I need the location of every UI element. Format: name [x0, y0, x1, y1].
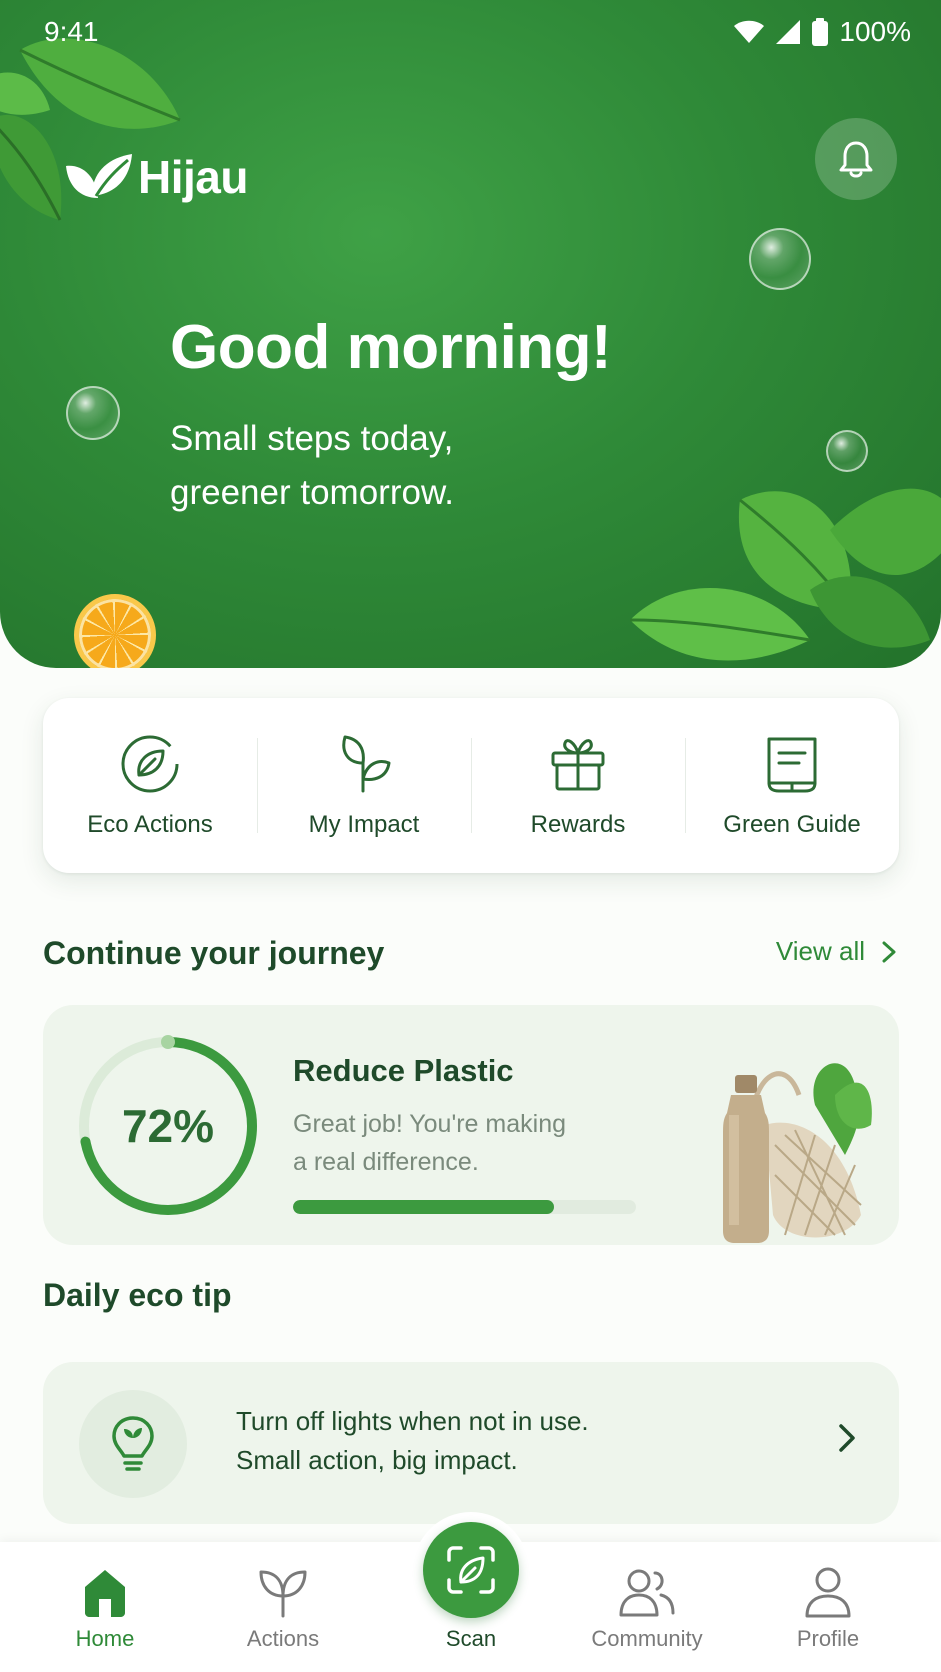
- scan-label: Scan: [445, 1626, 497, 1651]
- quick-action-green-guide[interactable]: Green Guide: [685, 698, 899, 873]
- water-bubble-decoration: [826, 430, 868, 472]
- quick-action-label: My Impact: [308, 810, 420, 838]
- journey-desc-line-2: a real difference.: [293, 1148, 479, 1176]
- status-time: 9:41: [44, 16, 99, 47]
- progress-percent: 72%: [121, 1100, 215, 1152]
- journey-section-title: Continue your journey: [43, 935, 385, 971]
- hero-banner: 9:41 100% Hijau Good morning! Small step…: [0, 0, 941, 668]
- chevron-right-icon[interactable]: [837, 1422, 857, 1454]
- view-all-link[interactable]: View all: [776, 936, 897, 967]
- notifications-button[interactable]: [815, 118, 897, 200]
- leaf-circle-icon: [121, 735, 179, 792]
- quick-actions-card: Eco Actions My Impact Rewards Green Guid…: [43, 698, 899, 873]
- quick-action-label: Rewards: [530, 810, 626, 838]
- nav-label: Profile: [796, 1626, 860, 1651]
- tip-text: Turn off lights when not in use. Small a…: [236, 1402, 589, 1480]
- battery-percent: 100%: [839, 16, 911, 47]
- subtitle-line-1: Small steps today,: [170, 419, 454, 458]
- lemon-slice-decoration: [74, 594, 156, 668]
- journey-card-reduce-plastic[interactable]: 72% Reduce Plastic Great job! You're mak…: [43, 1005, 899, 1245]
- bottle-and-net-bag-image: [723, 1063, 872, 1243]
- scan-button-circle: [423, 1522, 519, 1618]
- scan-leaf-icon: [447, 1546, 495, 1594]
- bell-icon: [839, 141, 873, 178]
- quick-action-my-impact[interactable]: My Impact: [257, 698, 471, 873]
- cellular-signal-icon: [776, 20, 801, 44]
- wifi-icon: [734, 20, 765, 43]
- journey-desc-line-1: Great job! You're making: [293, 1110, 566, 1138]
- journey-title: Reduce Plastic: [293, 1053, 514, 1088]
- home-icon: [85, 1570, 125, 1617]
- tip-icon-circle: [79, 1390, 187, 1498]
- brand-logo: Hijau: [62, 150, 248, 204]
- profile-icon: [805, 1567, 851, 1618]
- tip-line-2: Small action, big impact.: [236, 1445, 518, 1475]
- journey-progress-bar: [293, 1200, 636, 1214]
- nav-home[interactable]: Home: [35, 1542, 175, 1672]
- scan-button[interactable]: [413, 1512, 529, 1628]
- quick-action-rewards[interactable]: Rewards: [471, 698, 685, 873]
- water-bubble-decoration: [66, 386, 120, 440]
- nav-community[interactable]: Community: [577, 1542, 717, 1672]
- daily-eco-tip-card[interactable]: Turn off lights when not in use. Small a…: [43, 1362, 899, 1524]
- journey-description: Great job! You're making a real differen…: [293, 1105, 623, 1181]
- leaf-logo-icon: [66, 154, 132, 198]
- greeting-heading: Good morning!: [170, 313, 612, 382]
- battery-icon: [812, 18, 829, 46]
- view-all-label: View all: [775, 936, 865, 966]
- quick-action-eco-actions[interactable]: Eco Actions: [43, 698, 257, 873]
- sprout-icon: [342, 735, 391, 792]
- book-icon: [767, 737, 817, 792]
- brand-name: Hijau: [138, 151, 248, 203]
- greeting-subtitle: Small steps today, greener tomorrow.: [170, 412, 690, 520]
- gift-icon: [551, 738, 605, 790]
- quick-action-label: Green Guide: [723, 810, 861, 838]
- tip-section-title: Daily eco tip: [43, 1277, 232, 1313]
- journey-progress-bar-fill: [293, 1200, 554, 1214]
- nav-label: Home: [75, 1626, 135, 1651]
- nav-label: Actions: [246, 1626, 320, 1651]
- chevron-right-icon: [882, 941, 896, 962]
- nav-actions[interactable]: Actions: [213, 1542, 353, 1672]
- lightbulb-leaf-icon: [112, 1416, 154, 1471]
- status-bar: 9:41 100%: [0, 0, 941, 64]
- nav-label: Community: [591, 1626, 703, 1651]
- home-screen: 9:41 100% Hijau Good morning! Small step…: [0, 0, 941, 1672]
- community-icon: [619, 1569, 675, 1617]
- tip-line-1: Turn off lights when not in use.: [236, 1406, 589, 1436]
- water-bubble-decoration: [749, 228, 811, 290]
- quick-action-label: Eco Actions: [87, 810, 213, 838]
- nav-profile[interactable]: Profile: [758, 1542, 898, 1672]
- sprout-icon: [259, 1570, 307, 1618]
- subtitle-line-2: greener tomorrow.: [170, 473, 455, 512]
